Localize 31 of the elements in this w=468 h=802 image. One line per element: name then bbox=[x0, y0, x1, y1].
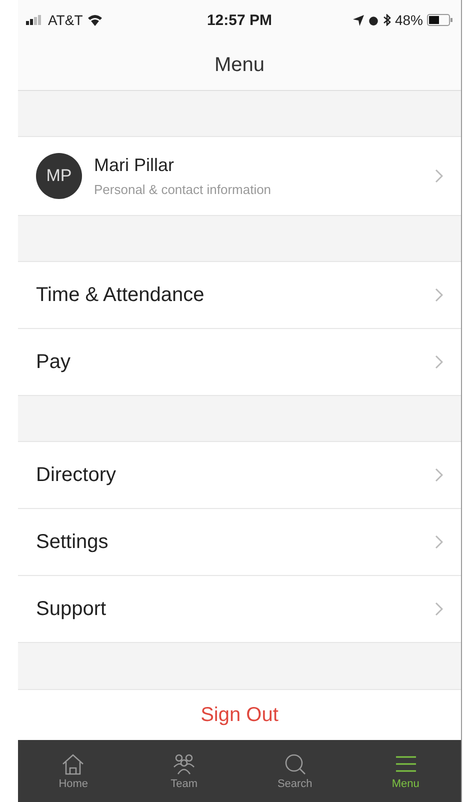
search-icon bbox=[282, 752, 307, 774]
menu-item[interactable]: Pay bbox=[18, 328, 461, 396]
tab[interactable]: Menu bbox=[366, 740, 446, 802]
location-icon bbox=[352, 14, 364, 26]
menu-item[interactable]: Directory bbox=[18, 441, 461, 509]
profile-subtitle: Personal & contact information bbox=[94, 182, 272, 197]
home-icon bbox=[61, 752, 86, 774]
wifi-icon bbox=[86, 14, 103, 26]
chevron-icon bbox=[435, 535, 443, 549]
menu-item[interactable]: Settings bbox=[18, 508, 461, 576]
chevron-icon bbox=[435, 468, 443, 482]
avatar: MP bbox=[36, 153, 82, 199]
sign-out-button[interactable]: Sign Out bbox=[192, 700, 286, 730]
profile-row[interactable]: MP Mari Pillar Personal & contact information bbox=[18, 136, 461, 216]
chevron-icon bbox=[435, 355, 443, 369]
chevron-icon bbox=[435, 288, 443, 302]
chevron-icon bbox=[435, 169, 443, 183]
profile-name: Mari Pillar bbox=[94, 155, 176, 176]
battery-percent: 48% bbox=[394, 12, 423, 28]
tab[interactable]: Home bbox=[33, 740, 114, 802]
chevron-icon bbox=[435, 602, 443, 616]
carrier-name: AT&T bbox=[48, 12, 83, 28]
screen-title: Menu bbox=[214, 54, 265, 76]
bluetooth-icon bbox=[382, 14, 391, 26]
tab[interactable]: Team bbox=[144, 740, 224, 802]
signal-icon bbox=[26, 15, 44, 25]
menu-item[interactable]: Time & Attendance bbox=[18, 261, 461, 329]
status-time: 12:57 PM bbox=[206, 12, 272, 28]
battery-icon bbox=[426, 14, 453, 26]
menu-item[interactable]: Support bbox=[18, 575, 461, 643]
tab[interactable]: Search bbox=[254, 740, 335, 802]
